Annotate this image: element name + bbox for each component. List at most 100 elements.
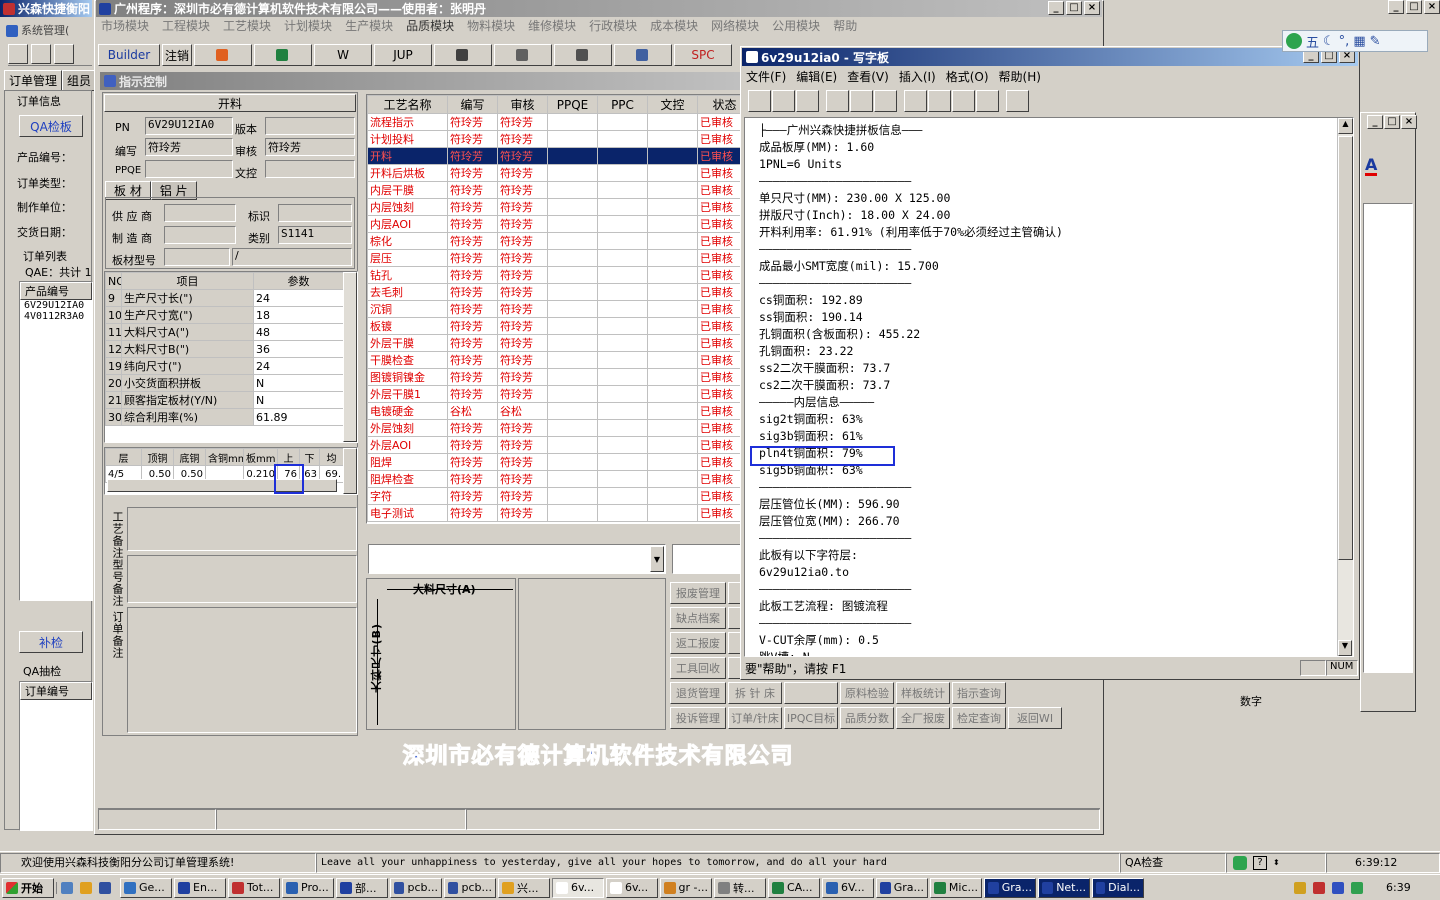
- menu-8[interactable]: 行政模块: [586, 17, 647, 35]
- version-field[interactable]: [265, 117, 355, 135]
- recheck-button[interactable]: 补检: [19, 631, 83, 653]
- toolbar-button-5[interactable]: JUP: [374, 44, 432, 66]
- table-row[interactable]: 外层干膜1 符玲芳 符玲芳 已审核: [367, 385, 743, 403]
- outer-tool-2[interactable]: [31, 44, 51, 64]
- undo-icon[interactable]: [976, 90, 999, 112]
- menu-10[interactable]: 网络模块: [708, 17, 769, 35]
- function-button[interactable]: 返回WI: [1008, 707, 1062, 729]
- scroll-up-icon[interactable]: ▲: [1338, 118, 1353, 134]
- function-button[interactable]: 工具回收: [670, 657, 726, 679]
- toolbar-button-3[interactable]: [254, 44, 312, 66]
- outer-tool-3[interactable]: [54, 44, 74, 64]
- wordpad-scrollbar[interactable]: ▲ ▼: [1337, 118, 1353, 656]
- wordpad-menu-2[interactable]: 查看(V): [847, 68, 889, 85]
- function-button[interactable]: 订单/针床: [728, 707, 782, 729]
- close-button[interactable]: ×: [1084, 1, 1100, 15]
- table-row[interactable]: 干膜检查 符玲芳 符玲芳 已审核: [367, 351, 743, 369]
- layer-scrollbar[interactable]: [343, 448, 357, 494]
- menu-1[interactable]: 工程模块: [159, 17, 220, 35]
- chevron-down-icon[interactable]: ▼: [650, 546, 664, 572]
- punct-icon[interactable]: °,: [1339, 34, 1350, 49]
- ime-bar[interactable]: 五 ☾ °, ▦ ✎: [1282, 30, 1428, 52]
- reviewer-field[interactable]: 符玲芳: [265, 138, 355, 156]
- maximize-button[interactable]: □: [1406, 0, 1422, 14]
- menu-9[interactable]: 成本模块: [647, 17, 708, 35]
- model-note-field[interactable]: [127, 555, 357, 603]
- params-scrollbar[interactable]: [343, 272, 357, 442]
- tab-group[interactable]: 组员: [62, 70, 97, 91]
- table-row[interactable]: 字符 符玲芳 符玲芳 已审核: [367, 487, 743, 505]
- toolbar-button-9[interactable]: [614, 44, 672, 66]
- table-row[interactable]: 开料后烘板 符玲芳 符玲芳 已审核: [367, 164, 743, 182]
- outer-tool-1[interactable]: [8, 44, 28, 64]
- ime-mode[interactable]: 五: [1306, 32, 1319, 51]
- table-row[interactable]: 9 生产尺寸长(") 24: [105, 289, 344, 307]
- tray-icon-3[interactable]: [1332, 881, 1344, 894]
- taskbar-item[interactable]: 6V...: [822, 877, 874, 898]
- table-row[interactable]: 棕化 符玲芳 符玲芳 已审核: [367, 232, 743, 250]
- table-row[interactable]: 板镀 符玲芳 符玲芳 已审核: [367, 317, 743, 335]
- menu-6[interactable]: 物料模块: [464, 17, 525, 35]
- toolbar-button-1[interactable]: 注销: [162, 44, 192, 66]
- menu-4[interactable]: 生产模块: [342, 17, 403, 35]
- qa-sample-list[interactable]: 订单编号: [19, 681, 93, 831]
- table-row[interactable]: 外层干膜 符玲芳 符玲芳 已审核: [367, 334, 743, 352]
- minimize-button[interactable]: _: [1388, 0, 1404, 14]
- function-button[interactable]: 指示查询: [952, 682, 1006, 704]
- table-row[interactable]: 外层蚀刻 符玲芳 符玲芳 已审核: [367, 419, 743, 437]
- taskbar-item[interactable]: Ge...: [120, 877, 172, 898]
- table-row[interactable]: 内层蚀刻 符玲芳 符玲芳 已审核: [367, 198, 743, 216]
- table-row[interactable]: 内层干膜 符玲芳 符玲芳 已审核: [367, 181, 743, 199]
- function-button[interactable]: [784, 682, 838, 704]
- table-row[interactable]: 沉铜 符玲芳 符玲芳 已审核: [367, 300, 743, 318]
- menu-5[interactable]: 品质模块: [403, 17, 464, 35]
- toolbar-button-10[interactable]: SPC: [674, 44, 732, 66]
- maximize-button[interactable]: □: [1066, 1, 1082, 15]
- close-button[interactable]: ×: [1401, 115, 1417, 129]
- list-item[interactable]: 6V29U12IA0: [20, 300, 92, 311]
- maker-field[interactable]: [164, 226, 236, 244]
- wordpad-menu-4[interactable]: 格式(O): [946, 68, 989, 85]
- datetime-icon[interactable]: [1006, 90, 1029, 112]
- layer-grid[interactable]: 层顶铜底铜含铜mm板mm上下均4/50.500.500.210766369.: [104, 447, 358, 495]
- table-row[interactable]: 图镀铜镍金 符玲芳 符玲芳 已审核: [367, 368, 743, 386]
- function-button[interactable]: 退货管理: [670, 682, 726, 704]
- save-icon[interactable]: [796, 90, 819, 112]
- table-row[interactable]: 11 大料尺寸A(") 48: [105, 323, 344, 341]
- explorer-icon[interactable]: [80, 881, 92, 894]
- spin-icon[interactable]: ⬍: [1273, 858, 1280, 867]
- table-row[interactable]: 去毛刺 符玲芳 符玲芳 已审核: [367, 283, 743, 301]
- order-list[interactable]: 产品编号 6V29U12IA0 4V0112R3A0: [19, 281, 93, 601]
- wordpad-document[interactable]: ├———广州兴森快捷拼板信息——— 成品板厚(MM): 1.60 1PNL=6 Un…: [744, 117, 1354, 657]
- model-field-2[interactable]: /: [232, 248, 352, 266]
- restore-button[interactable]: □: [1384, 115, 1400, 129]
- toolbar-button-8[interactable]: [554, 44, 612, 66]
- font-color-icon[interactable]: A: [1365, 157, 1378, 176]
- process-note-field[interactable]: [127, 507, 357, 551]
- copy-icon[interactable]: [928, 90, 951, 112]
- outer-system-menu[interactable]: 系统管理(: [6, 22, 69, 38]
- supplier-field[interactable]: [164, 204, 236, 222]
- taskbar-item[interactable]: Pro...: [282, 877, 334, 898]
- wordpad-menu-3[interactable]: 插入(I): [899, 68, 936, 85]
- print-icon[interactable]: [826, 90, 849, 112]
- model-field[interactable]: [164, 248, 230, 266]
- process-dropdown-2[interactable]: [672, 544, 744, 574]
- type-field[interactable]: S1141: [278, 226, 352, 244]
- function-button[interactable]: 原料检验: [840, 682, 894, 704]
- menu-3[interactable]: 计划模块: [281, 17, 342, 35]
- function-button[interactable]: 样板统计: [896, 682, 950, 704]
- table-row[interactable]: 内层AOI 符玲芳 符玲芳 已审核: [367, 215, 743, 233]
- paste-icon[interactable]: [952, 90, 975, 112]
- function-button[interactable]: 报废管理: [670, 582, 726, 604]
- taskbar-item[interactable]: Mic...: [930, 877, 982, 898]
- right-sheet[interactable]: [1363, 203, 1413, 673]
- close-button[interactable]: ×: [1424, 0, 1440, 14]
- toolbar-button-4[interactable]: W: [314, 44, 372, 66]
- taskbar-item[interactable]: pcb...: [444, 877, 496, 898]
- minimize-button[interactable]: _: [1367, 115, 1383, 129]
- taskbar-item[interactable]: 转...: [714, 877, 766, 898]
- qa-check-button[interactable]: QA检板: [19, 115, 83, 137]
- tab-order-mgmt[interactable]: 订单管理: [4, 70, 63, 91]
- scroll-down-icon[interactable]: ▼: [1338, 640, 1352, 656]
